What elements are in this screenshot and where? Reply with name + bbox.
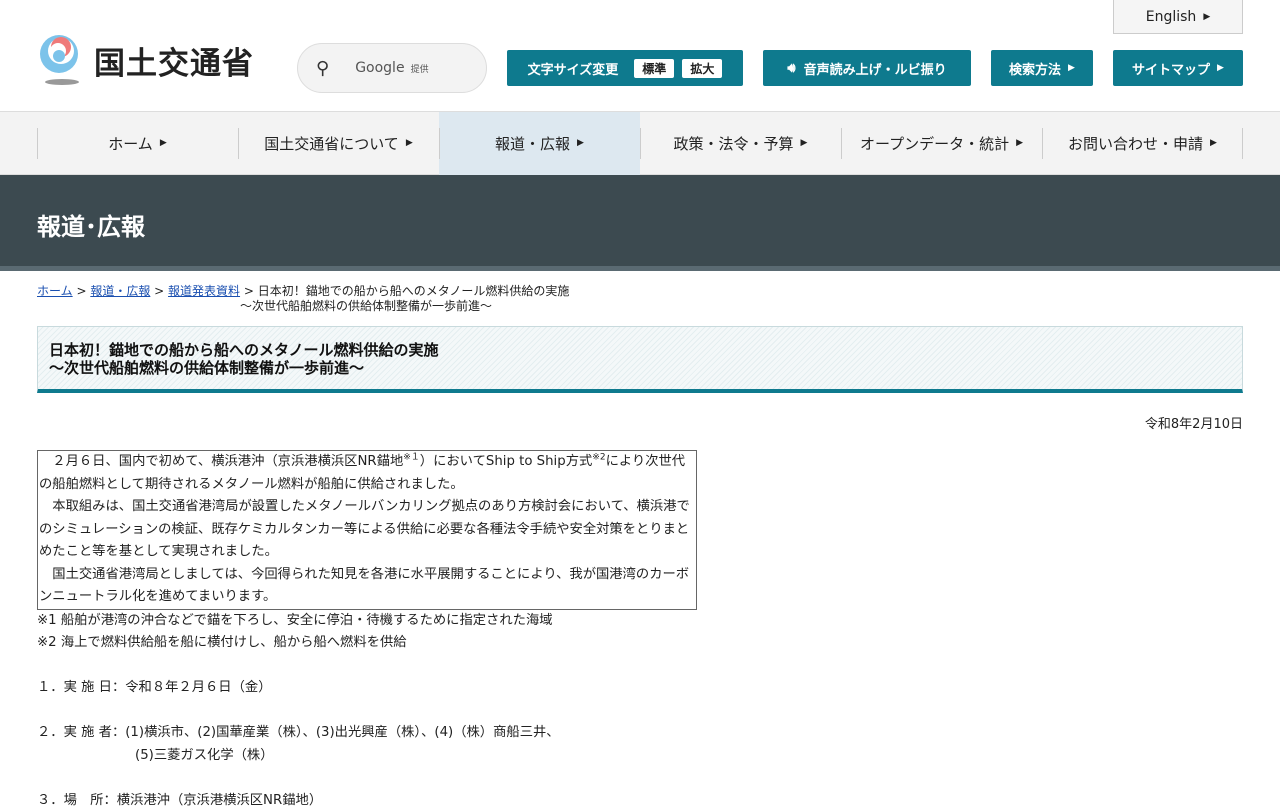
item-location: ３．場 所：横浜港沖（京浜港横浜区NR錨地） — [37, 790, 1243, 812]
triangle-right-icon: ▶ — [1068, 63, 1075, 73]
search-provided-label: 提供 — [411, 62, 429, 75]
breadcrumb-releases[interactable]: 報道発表資料 — [168, 284, 240, 298]
font-standard-button[interactable]: 標準 — [634, 59, 674, 78]
site-header: 国土交通省 ⚲ Google 提供 English ▶ 文字サイズ変更 標準 拡大… — [0, 0, 1280, 112]
triangle-right-icon: ▶ — [1210, 138, 1217, 148]
page-title: 日本初！錨地での船から船へのメタノール燃料供給の実施 ～次世代船舶燃料の供給体制… — [37, 326, 1243, 393]
footnote-ref: ※2 — [592, 453, 605, 463]
nav-label: ホーム — [108, 133, 153, 154]
breadcrumb-home[interactable]: ホーム — [37, 284, 73, 298]
triangle-right-icon: ▶ — [160, 138, 167, 148]
summary-box: ２月６日、国内で初めて、横浜港沖（京浜港横浜区NR錨地※１）においてShip t… — [37, 450, 697, 610]
font-size-label: 文字サイズ変更 — [528, 59, 619, 78]
mlit-logo[interactable]: 国土交通省 — [37, 34, 254, 86]
search-icon[interactable]: ⚲ — [316, 58, 329, 79]
logo-mark-icon — [37, 34, 85, 86]
speaker-icon: 🔊︎ — [787, 61, 795, 76]
triangle-right-icon: ▶ — [801, 138, 808, 148]
item-implementers-cont: (5)三菱ガス化学（株） — [37, 745, 1243, 768]
logo-text: 国土交通省 — [94, 38, 254, 83]
breadcrumb: ホーム > 報道・広報 > 報道発表資料 > 日本初！錨地での船から船へのメタノ… — [0, 271, 1280, 314]
summary-paragraph-2: 本取組みは、国土交通省港湾局が設置したメタノールバンカリング拠点のあり方検討会に… — [39, 496, 696, 564]
text: ２月６日、国内で初めて、横浜港沖（京浜港横浜区NR錨地 — [52, 454, 403, 469]
breadcrumb-current: 日本初！錨地での船から船へのメタノール燃料供給の実施 — [258, 284, 570, 298]
nav-label: 政策・法令・予算 — [674, 133, 794, 154]
nav-label: 報道・広報 — [495, 133, 570, 154]
nav-press[interactable]: 報道・広報 ▶ — [439, 112, 640, 175]
site-search[interactable]: ⚲ Google 提供 — [297, 43, 487, 93]
triangle-right-icon: ▶ — [1203, 12, 1210, 22]
nav-open-data[interactable]: オープンデータ・統計 ▶ — [841, 112, 1042, 175]
nav-contact[interactable]: お問い合わせ・申請 ▶ — [1042, 112, 1243, 175]
footnote-1: ※1 船舶が港湾の沖合などで錨を下ろし、安全に停泊・待機するために指定された海域 — [37, 610, 1243, 633]
breadcrumb-current-sub: ～次世代船舶燃料の供給体制整備が一歩前進～ — [37, 299, 1243, 314]
item-implementers: ２．実 施 者：(1)横浜市、(2)国華産業（株）、(3)出光興産（株）、(4)… — [37, 722, 1243, 745]
text: ）においてShip to Ship方式 — [420, 454, 593, 469]
english-label: English — [1146, 9, 1197, 25]
triangle-right-icon: ▶ — [1016, 138, 1023, 148]
title-line-1: 日本初！錨地での船から船へのメタノール燃料供給の実施 — [49, 341, 1231, 359]
release-date: 令和8年2月10日 — [37, 413, 1243, 432]
search-method-button[interactable]: 検索方法 ▶ — [991, 50, 1093, 86]
triangle-right-icon: ▶ — [577, 138, 584, 148]
nav-home[interactable]: ホーム ▶ — [37, 112, 238, 175]
nav-label: お問い合わせ・申請 — [1068, 133, 1203, 154]
font-size-control: 文字サイズ変更 標準 拡大 — [507, 50, 743, 86]
nav-label: 国土交通省について — [264, 133, 399, 154]
nav-label: オープンデータ・統計 — [860, 133, 1009, 154]
breadcrumb-press[interactable]: 報道・広報 — [90, 284, 150, 298]
section-banner: 報道･広報 — [0, 175, 1280, 271]
footnote-ref: ※１ — [403, 453, 420, 463]
nav-policy[interactable]: 政策・法令・予算 ▶ — [640, 112, 841, 175]
global-nav: ホーム ▶ 国土交通省について ▶ 報道・広報 ▶ 政策・法令・予算 ▶ オープンデータ… — [0, 112, 1280, 175]
search-method-label: 検索方法 — [1009, 59, 1061, 78]
read-aloud-button[interactable]: 🔊︎ 音声読み上げ・ルビ振り — [763, 50, 971, 86]
english-link[interactable]: English ▶ — [1113, 0, 1243, 34]
font-large-button[interactable]: 拡大 — [682, 59, 722, 78]
triangle-right-icon: ▶ — [406, 138, 413, 148]
summary-paragraph-3: 国土交通省港湾局としましては、今回得られた知見を各港に水平展開することにより、我… — [39, 564, 696, 609]
triangle-right-icon: ▶ — [1217, 63, 1224, 73]
summary-paragraph-1: ２月６日、国内で初めて、横浜港沖（京浜港横浜区NR錨地※１）においてShip t… — [39, 451, 696, 496]
sitemap-button[interactable]: サイトマップ ▶ — [1113, 50, 1243, 86]
article-body: ２月６日、国内で初めて、横浜港沖（京浜港横浜区NR錨地※１）においてShip t… — [37, 450, 1243, 812]
item-date: １．実 施 日：令和８年２月６日（金） — [37, 677, 1243, 700]
footnote-2: ※2 海上で燃料供給船を船に横付けし、船から船へ燃料を供給 — [37, 632, 1243, 655]
nav-about[interactable]: 国土交通省について ▶ — [238, 112, 439, 175]
read-aloud-label: 音声読み上げ・ルビ振り — [804, 59, 947, 78]
sitemap-label: サイトマップ — [1132, 59, 1210, 78]
search-provider: Google — [355, 60, 404, 76]
title-line-2: ～次世代船舶燃料の供給体制整備が一歩前進～ — [49, 359, 1231, 377]
